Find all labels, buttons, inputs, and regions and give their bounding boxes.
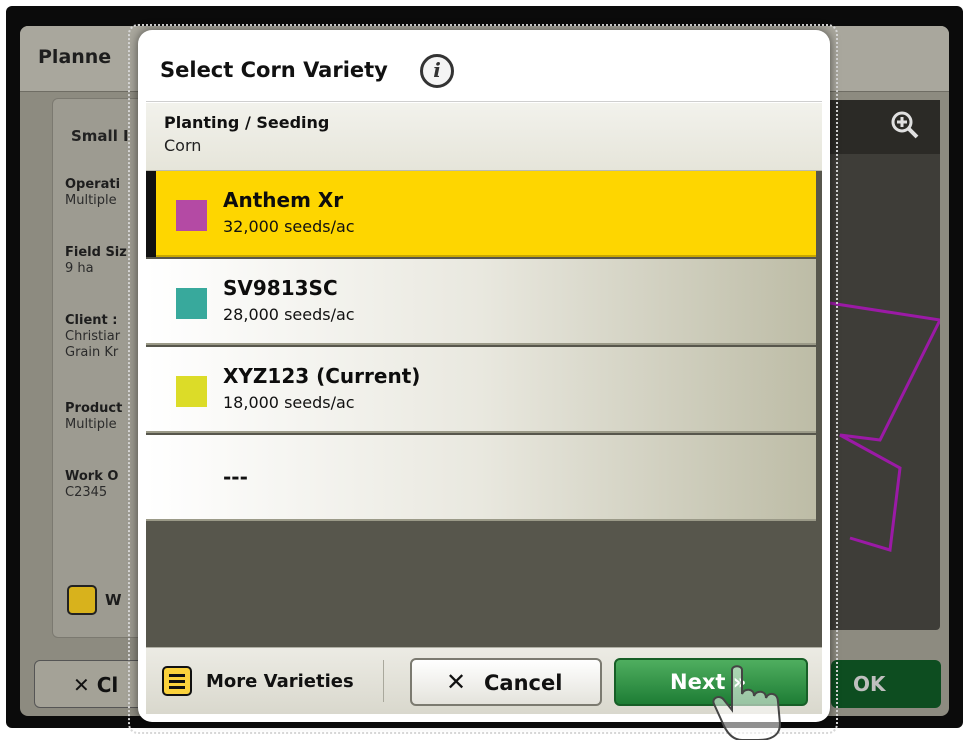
background-field-size: Field Siz 9 ha [65,245,127,276]
variety-rate: 18,000 seeds/ac [223,393,355,412]
footer-divider [383,660,384,702]
operation-context: Planting / Seeding Corn [146,103,822,171]
variety-name: SV9813SC [223,276,338,300]
variety-color-swatch [176,200,207,231]
cancel-button[interactable]: ✕ Cancel [410,658,602,706]
background-panel-title: Small I [71,127,129,145]
close-icon: ✕ [446,668,467,696]
empty-variety-label: --- [223,465,248,489]
background-ok-button: OK [831,660,941,708]
background-list-icon [67,585,97,615]
variety-name: Anthem Xr [223,188,344,212]
crop-label: Corn [164,136,202,155]
cancel-label: Cancel [484,671,563,695]
more-varieties-label: More Varieties [206,671,354,692]
list-icon [162,666,192,696]
background-work-label: W [105,591,122,609]
dialog-title: Select Corn Variety [160,58,388,82]
variety-color-swatch [176,376,207,407]
variety-list: Anthem Xr 32,000 seeds/ac SV9813SC 28,00… [146,171,822,647]
dialog-header: Select Corn Variety i [146,40,822,102]
zoom-in-icon [891,111,919,139]
background-field-client: Client : Christiar Grain Kr [65,313,121,360]
background-field-product: Product Multiple [65,401,123,432]
variety-item-empty[interactable]: --- [146,435,816,521]
more-varieties-button[interactable]: More Varieties [154,658,378,704]
variety-item[interactable]: SV9813SC 28,000 seeds/ac [146,259,816,345]
variety-name: XYZ123 (Current) [223,364,421,388]
operation-label: Planting / Seeding [164,113,330,132]
background-field-operation: Operati Multiple [65,177,121,208]
background-title: Planne [38,46,112,68]
selection-indicator [146,171,156,257]
background-field-work-order: Work O C2345 [65,469,119,500]
hand-pointer-icon [712,665,782,740]
variety-rate: 32,000 seeds/ac [223,217,355,236]
variety-item[interactable]: XYZ123 (Current) 18,000 seeds/ac [146,347,816,433]
variety-item[interactable]: Anthem Xr 32,000 seeds/ac [146,171,816,257]
info-icon[interactable]: i [420,54,454,88]
select-variety-dialog: Select Corn Variety i Planting / Seeding… [138,30,830,722]
variety-color-swatch [176,288,207,319]
variety-rate: 28,000 seeds/ac [223,305,355,324]
